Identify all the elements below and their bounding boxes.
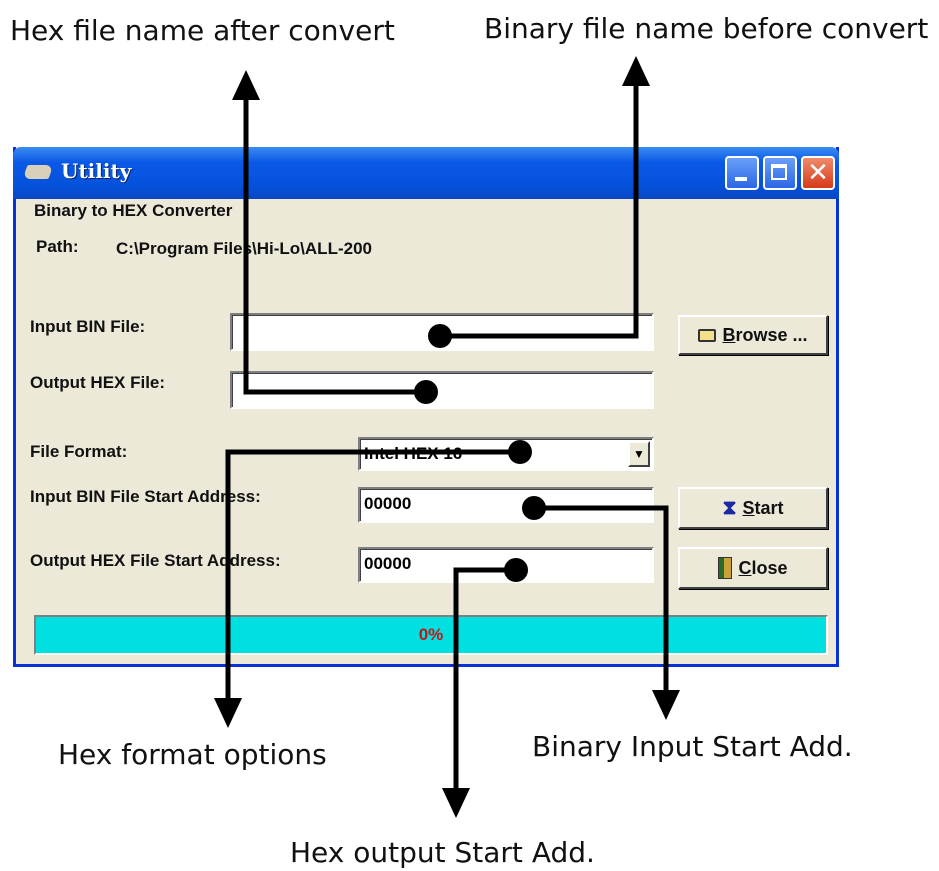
minimize-button[interactable] (725, 156, 759, 190)
browse-label-key: B (722, 324, 736, 345)
output-start-label: Output HEX File Start Address: (30, 551, 281, 570)
file-format-select[interactable]: Intel HEX 16 ▼ (358, 437, 654, 471)
arrowhead-hex-file (232, 70, 260, 100)
annotation-hex-output-start: Hex output Start Add. (290, 836, 595, 869)
close-label-rest: lose (751, 557, 788, 578)
arrowhead-binary-start (652, 690, 680, 720)
maximize-button[interactable] (763, 156, 797, 190)
title-bar[interactable]: Utility ✕ (13, 147, 839, 199)
start-label-rest: tart (754, 497, 784, 518)
utility-window: Utility ✕ Binary to HEX Converter Path: … (13, 147, 839, 667)
start-label-key: S (742, 497, 755, 518)
output-start-field[interactable]: 00000 (358, 547, 654, 583)
chevron-down-icon[interactable]: ▼ (628, 441, 650, 467)
folder-icon (698, 328, 717, 342)
app-icon (22, 165, 54, 179)
progress-label: 0% (418, 625, 444, 644)
close-button[interactable]: Close (678, 547, 828, 589)
input-start-field[interactable]: 00000 (358, 487, 654, 523)
browse-label-rest: rowse ... (735, 324, 808, 345)
annotation-binary-input-start: Binary Input Start Add. (532, 730, 853, 763)
arrowhead-hex-format (214, 698, 242, 728)
input-start-label: Input BIN File Start Address: (30, 487, 261, 506)
group-title: Binary to HEX Converter (34, 201, 233, 220)
close-window-button[interactable]: ✕ (801, 156, 835, 190)
annotation-hex-format-options: Hex format options (58, 738, 327, 771)
arrowhead-binary-file (622, 56, 650, 86)
close-label: Close (738, 558, 787, 579)
path-label: Path: (36, 237, 79, 256)
start-label: Start (743, 498, 784, 519)
close-label-key: C (738, 557, 752, 578)
exit-door-icon (718, 557, 733, 579)
window-title: Utility (61, 159, 132, 183)
output-hex-label: Output HEX File: (30, 373, 166, 392)
hourglass-icon: ⧗ (722, 496, 737, 519)
file-format-label: File Format: (30, 442, 128, 461)
annotation-binary-file-name: Binary file name before convert (484, 12, 929, 45)
close-icon: ✕ (807, 158, 829, 188)
browse-button[interactable]: Browse ... (678, 315, 828, 355)
input-bin-label: Input BIN File: (30, 317, 146, 336)
input-bin-field[interactable] (230, 313, 654, 351)
start-button[interactable]: ⧗ Start (678, 487, 828, 529)
browse-label: Browse ... (722, 325, 807, 346)
progress-bar: 0% (34, 615, 828, 655)
path-value: C:\Program Files\Hi-Lo\ALL-200 (116, 239, 372, 258)
output-hex-field[interactable] (230, 371, 654, 409)
arrowhead-hex-output-start (442, 788, 470, 818)
file-format-value: Intel HEX 16 (364, 444, 463, 463)
annotation-hex-file-name: Hex file name after convert (10, 14, 395, 47)
